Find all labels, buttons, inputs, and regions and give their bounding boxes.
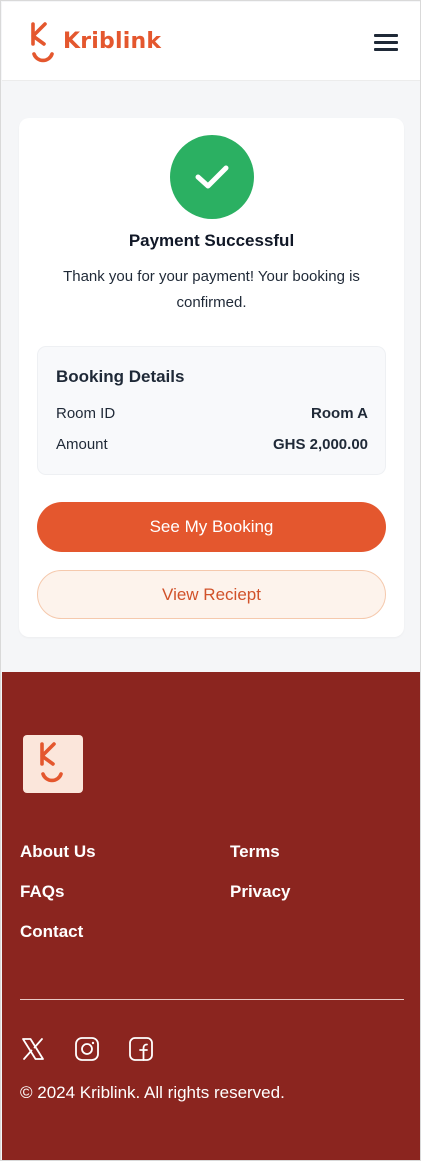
page-title: Payment Successful [128,231,295,250]
amount-value: GHS 2,000.00 [272,436,368,453]
footer-divider [20,999,404,1000]
instagram-icon[interactable] [74,1036,100,1062]
room-id-row: Room ID Room A [56,405,368,422]
see-my-booking-button[interactable]: See My Booking [37,502,386,552]
booking-details-title: Booking Details [56,367,185,386]
payment-success-card: Payment Successful Thank you for your pa… [19,118,404,637]
brand-name: Kriblink [63,28,162,54]
view-receipt-button[interactable]: View Reciept [37,570,386,619]
kriblink-logo-icon [31,22,54,63]
room-id-label: Room ID [56,405,116,422]
x-icon[interactable] [20,1036,46,1062]
footer: About Us FAQs Contact Terms Privacy © 20… [2,672,420,1160]
footer-link-faqs[interactable]: FAQs [20,882,64,902]
footer-link-privacy[interactable]: Privacy [230,882,291,902]
footer-link-terms[interactable]: Terms [230,842,280,862]
facebook-icon[interactable] [128,1036,154,1062]
room-id-value: Room A [311,405,368,422]
footer-link-contact[interactable]: Contact [20,922,83,942]
footer-logo-icon[interactable] [23,735,83,793]
checkmark-icon [170,135,254,219]
page: Kriblink Payment Successful Thank you fo… [0,0,421,1161]
copyright-text: © 2024 Kriblink. All rights reserved. [20,1083,285,1102]
confirmation-message: Thank you for your payment! Your booking… [63,268,360,311]
top-nav: Kriblink [2,2,420,81]
amount-row: Amount GHS 2,000.00 [56,436,368,453]
brand-logo[interactable]: Kriblink [29,22,161,66]
footer-link-about-us[interactable]: About Us [20,842,96,862]
hamburger-menu-icon[interactable] [374,32,399,52]
amount-label: Amount [56,436,108,453]
booking-details-panel: Booking Details Room ID Room A Amount GH… [37,346,386,475]
